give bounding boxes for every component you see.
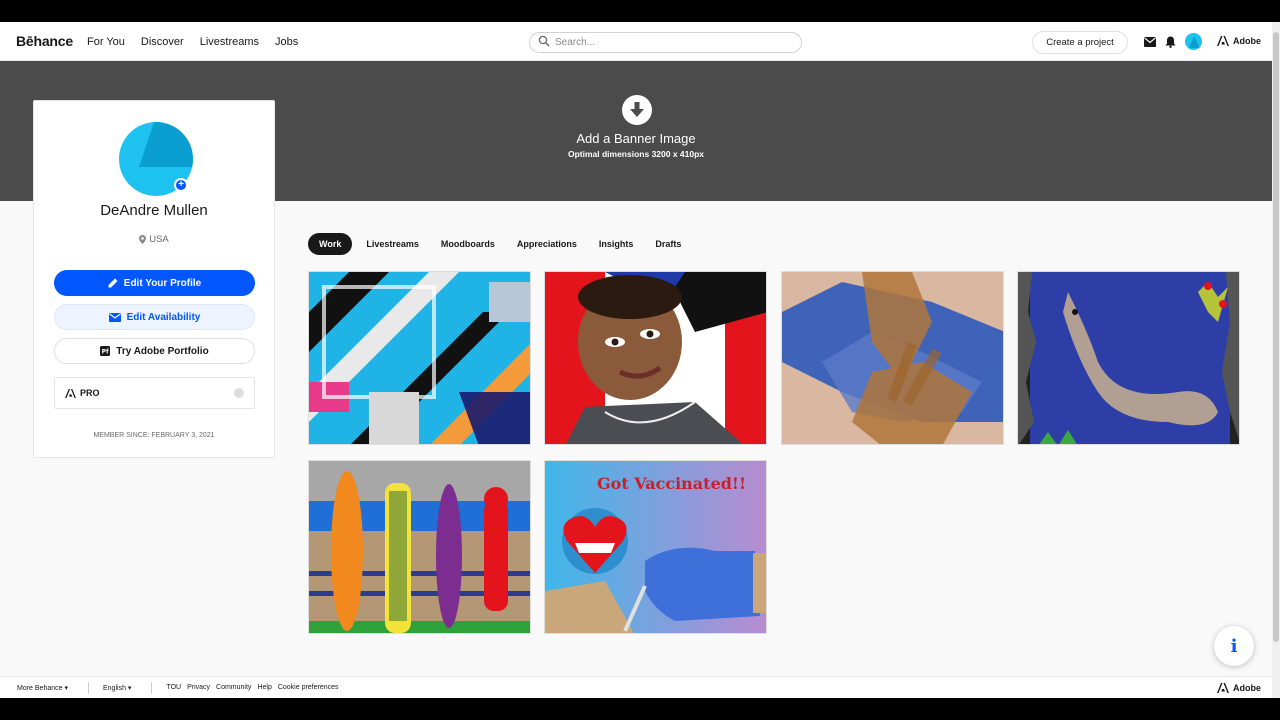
project-tile-hands[interactable] (781, 271, 1004, 445)
nav-for-you[interactable]: For You (87, 36, 125, 48)
footer-link-help[interactable]: Help (257, 684, 271, 691)
footer-link-community[interactable]: Community (216, 684, 251, 691)
footer-link-tou[interactable]: TOU (166, 684, 181, 691)
member-since: MEMBER SINCE: FEBRUARY 3, 2021 (93, 432, 215, 439)
svg-text:Pf: Pf (102, 348, 109, 355)
bell-icon[interactable] (1163, 35, 1177, 49)
project-tile-got-vaccinated[interactable]: Got Vaccinated!! (544, 460, 767, 634)
edit-availability-button[interactable]: Edit Availability (54, 304, 255, 330)
language-dropdown[interactable]: English ▾ (103, 684, 131, 692)
profile-name: DeAndre Mullen (100, 202, 208, 219)
search-input[interactable] (555, 37, 785, 48)
adobe-link[interactable]: Adobe (1217, 36, 1261, 46)
nav-livestreams[interactable]: Livestreams (200, 36, 259, 48)
top-navigation-bar: Bēhance For You Discover Livestreams Job… (0, 22, 1272, 61)
profile-card: + DeAndre Mullen USA Edit Your Profile E… (33, 100, 275, 458)
nav-jobs[interactable]: Jobs (275, 36, 298, 48)
mail-icon[interactable] (1143, 35, 1157, 49)
project-tile-self-portrait[interactable] (544, 271, 767, 445)
edit-profile-button[interactable]: Edit Your Profile (54, 270, 255, 296)
search-bar[interactable] (529, 32, 802, 53)
nav-discover[interactable]: Discover (141, 36, 184, 48)
search-icon (538, 34, 550, 52)
adobe-logo-icon (1217, 36, 1229, 46)
project-tile-shark[interactable] (1017, 271, 1240, 445)
tab-appreciations[interactable]: Appreciations (509, 233, 585, 255)
project-tile-abstract[interactable] (308, 271, 531, 445)
tab-work[interactable]: Work (308, 233, 353, 255)
try-portfolio-button[interactable]: Pf Try Adobe Portfolio (54, 338, 255, 364)
footer: More Behance ▾ English ▾ TOU Privacy Com… (0, 676, 1272, 698)
tab-moodboards[interactable]: Moodboards (433, 233, 503, 255)
portfolio-icon: Pf (100, 346, 111, 356)
footer-divider (88, 681, 89, 694)
main-nav: For You Discover Livestreams Jobs (87, 36, 298, 48)
tab-insights[interactable]: Insights (591, 233, 642, 255)
location-pin-icon (139, 235, 147, 244)
info-icon[interactable]: i (1214, 626, 1254, 666)
behance-logo[interactable]: Bēhance (16, 33, 73, 49)
scrollbar-thumb[interactable] (1273, 32, 1279, 642)
tab-drafts[interactable]: Drafts (647, 233, 689, 255)
info-icon[interactable] (234, 388, 244, 398)
footer-link-cookie-preferences[interactable]: Cookie preferences (278, 684, 339, 691)
more-behance-dropdown[interactable]: More Behance ▾ (17, 684, 68, 692)
footer-divider (151, 681, 153, 694)
download-icon[interactable] (622, 95, 652, 125)
footer-link-privacy[interactable]: Privacy (187, 684, 210, 691)
behance-window: Bēhance For You Discover Livestreams Job… (0, 22, 1280, 698)
scrollbar[interactable] (1272, 22, 1280, 698)
profile-location: USA (34, 234, 274, 245)
envelope-icon (108, 312, 121, 322)
tab-livestreams[interactable]: Livestreams (358, 233, 427, 255)
adobe-logo-icon (1217, 683, 1229, 693)
user-avatar[interactable] (1185, 33, 1202, 50)
adobe-logo-icon (65, 388, 76, 398)
project-tile-longboards[interactable] (308, 460, 531, 634)
pencil-icon (108, 278, 118, 288)
pro-membership-box[interactable]: PRO (54, 377, 255, 409)
add-photo-button[interactable]: + (174, 178, 188, 192)
create-project-button[interactable]: Create a project (1032, 31, 1128, 54)
footer-adobe-link[interactable]: Adobe (1217, 683, 1261, 693)
vaccine-art-text: Got Vaccinated!! (597, 474, 746, 493)
profile-tabs: Work Livestreams Moodboards Appreciation… (308, 233, 689, 255)
